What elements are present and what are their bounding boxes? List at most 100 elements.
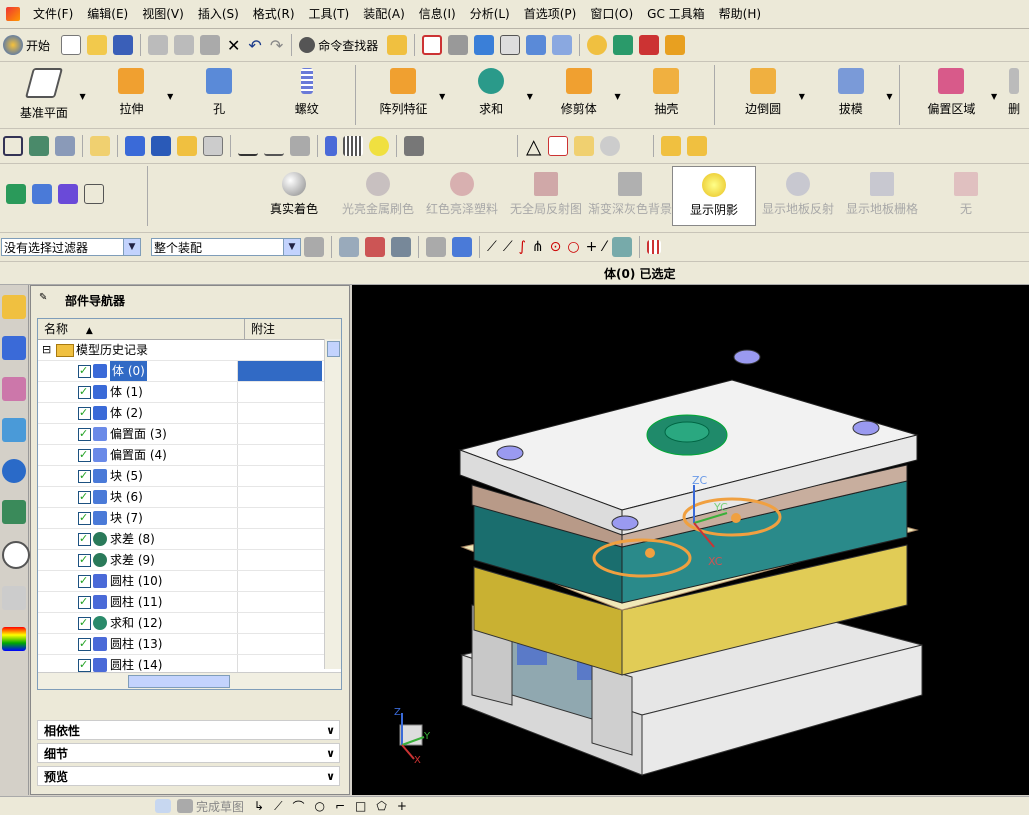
gradient-background-button[interactable]: 渐变深灰色背景 <box>588 166 672 226</box>
clip-view-icon[interactable] <box>552 35 573 55</box>
visibility-checkbox[interactable] <box>78 361 91 381</box>
triangle-icon[interactable]: △ <box>526 134 541 158</box>
datum-plane-button[interactable]: 基准平面 ▼ <box>0 62 88 128</box>
binoculars-icon[interactable] <box>299 37 316 53</box>
filter-icon[interactable] <box>304 237 324 257</box>
visibility-checkbox[interactable] <box>78 403 91 423</box>
list-icon[interactable] <box>58 184 78 204</box>
tree-row[interactable]: 圆柱 (10) <box>38 571 341 592</box>
reuse-library-tab-icon[interactable] <box>2 418 26 442</box>
column-header-note[interactable]: 附注 <box>245 319 275 339</box>
floor-reflection-button[interactable]: 显示地板反射 <box>756 166 840 226</box>
tree-row[interactable]: 求和 (12) <box>38 613 341 634</box>
select-face-icon[interactable] <box>365 237 385 257</box>
visibility-checkbox[interactable] <box>78 634 91 654</box>
curve-icon[interactable] <box>238 136 258 156</box>
true-shading-button[interactable]: 真实着色 <box>252 166 336 226</box>
menu-window[interactable]: 窗口(O) <box>583 0 640 28</box>
collapse-icon[interactable]: ⊟ <box>42 340 51 360</box>
copy-icon[interactable] <box>174 35 195 55</box>
tree-row[interactable]: 体 (1) <box>38 382 341 403</box>
visibility-checkbox[interactable] <box>78 508 91 528</box>
tree-row[interactable]: 块 (5) <box>38 466 341 487</box>
none-button[interactable]: 无 <box>924 166 1008 226</box>
tree-row[interactable]: 偏置面 (3) <box>38 424 341 445</box>
visibility-checkbox[interactable] <box>78 445 91 465</box>
intersection-snap-icon[interactable]: ⋔ <box>532 239 544 255</box>
layers-icon[interactable] <box>29 136 49 156</box>
visibility-checkbox[interactable] <box>78 592 91 612</box>
menu-info[interactable]: 信息(I) <box>412 0 463 28</box>
table-icon[interactable] <box>55 136 75 156</box>
cut-icon[interactable] <box>148 35 169 55</box>
visibility-checkbox[interactable] <box>78 613 91 633</box>
paste-icon[interactable] <box>200 35 221 55</box>
visibility-checkbox[interactable] <box>78 550 91 570</box>
no-reflection-map-button[interactable]: 无全局反射图 <box>504 166 588 226</box>
tree-row[interactable]: 体 (2) <box>38 403 341 424</box>
type-filter-select[interactable]: 没有选择过滤器 ▼ <box>1 238 141 256</box>
fit-view-icon[interactable] <box>422 35 443 55</box>
orient-view-icon[interactable] <box>448 35 469 55</box>
eraser-icon[interactable] <box>90 136 110 156</box>
on-curve-snap-icon[interactable]: ⁄ <box>603 239 605 255</box>
shaded-cube-icon[interactable] <box>474 35 495 55</box>
arc-center-snap-icon[interactable]: ⊙ <box>550 239 562 255</box>
finish-sketch-icon[interactable] <box>177 799 193 813</box>
select-feature-icon[interactable] <box>339 237 359 257</box>
undo-icon[interactable]: ↶ <box>248 36 261 55</box>
part-navigator-tab-icon[interactable] <box>2 377 26 401</box>
measure-tool-icon[interactable] <box>290 136 310 156</box>
finish-sketch-button[interactable]: 完成草图 <box>196 798 244 815</box>
scroll-thumb[interactable] <box>327 341 340 357</box>
history-clock-icon[interactable] <box>2 541 30 569</box>
visibility-checkbox[interactable] <box>78 382 91 402</box>
show-shadow-button[interactable]: 显示阴影 <box>672 166 756 226</box>
tree-vertical-scrollbar[interactable] <box>324 339 341 669</box>
menu-format[interactable]: 格式(R) <box>246 0 302 28</box>
column-header-name[interactable]: 名称 ▲ <box>38 319 245 339</box>
mold-icon-1[interactable] <box>661 136 682 156</box>
select-assembly-icon[interactable] <box>387 35 408 55</box>
constraint-navigator-tab-icon[interactable] <box>2 336 26 360</box>
profile-icon[interactable]: ↳ <box>254 799 264 813</box>
assembly-icon-1[interactable] <box>125 136 145 156</box>
shell-button[interactable]: 抽壳 <box>623 62 711 128</box>
details-panel[interactable]: 细节 ∨ <box>37 743 340 763</box>
assembly-tree-icon[interactable] <box>32 184 52 204</box>
hammer-icon[interactable] <box>151 136 171 156</box>
grid-snap-icon[interactable] <box>646 240 661 254</box>
preview-panel[interactable]: 预览 ∨ <box>37 766 340 786</box>
redo-icon[interactable]: ↷ <box>270 36 283 55</box>
menu-tools[interactable]: 工具(T) <box>302 0 357 28</box>
point-snap-icon[interactable]: + <box>586 239 598 255</box>
hole-button[interactable]: 孔 <box>175 62 263 128</box>
web-browser-tab-icon[interactable] <box>2 500 26 524</box>
quadrant-snap-icon[interactable]: ○ <box>567 239 579 255</box>
abc-icon[interactable] <box>203 136 223 156</box>
edge-blend-button[interactable]: 边倒圆 ▼ <box>719 62 807 128</box>
assembly-icon-2[interactable] <box>177 136 197 156</box>
dependencies-panel[interactable]: 相依性 ∨ <box>37 720 340 740</box>
navigator-pin-icon[interactable]: ✎ <box>39 292 47 303</box>
menu-edit[interactable]: 编辑(E) <box>80 0 135 28</box>
polygon-icon[interactable]: ⬠ <box>376 799 386 813</box>
tree-row[interactable]: 圆柱 (13) <box>38 634 341 655</box>
menu-view[interactable]: 视图(V) <box>135 0 191 28</box>
menu-gc-toolbox[interactable]: GC 工具箱 <box>640 0 712 28</box>
menu-insert[interactable]: 插入(S) <box>191 0 246 28</box>
tree-row[interactable]: 体 (0) <box>38 361 341 382</box>
process-studio-tab-icon[interactable] <box>2 586 26 610</box>
fillet-icon[interactable]: ⌐ <box>335 799 345 813</box>
circle-icon[interactable]: ○ <box>315 799 325 813</box>
unite-button[interactable]: 求和 ▼ <box>447 62 535 128</box>
assembly-navigator-tab-icon[interactable] <box>2 295 26 319</box>
ruler-icon[interactable] <box>665 35 686 55</box>
thread-button[interactable]: 螺纹 <box>263 62 351 128</box>
midpoint-snap-icon[interactable]: ⟋ <box>503 239 513 255</box>
mold-icon-2[interactable] <box>687 136 708 156</box>
view-box-icon[interactable] <box>426 237 446 257</box>
tree-row[interactable]: 求差 (9) <box>38 550 341 571</box>
coil-icon[interactable] <box>343 136 363 156</box>
delete-face-button[interactable]: 删 <box>999 62 1029 128</box>
